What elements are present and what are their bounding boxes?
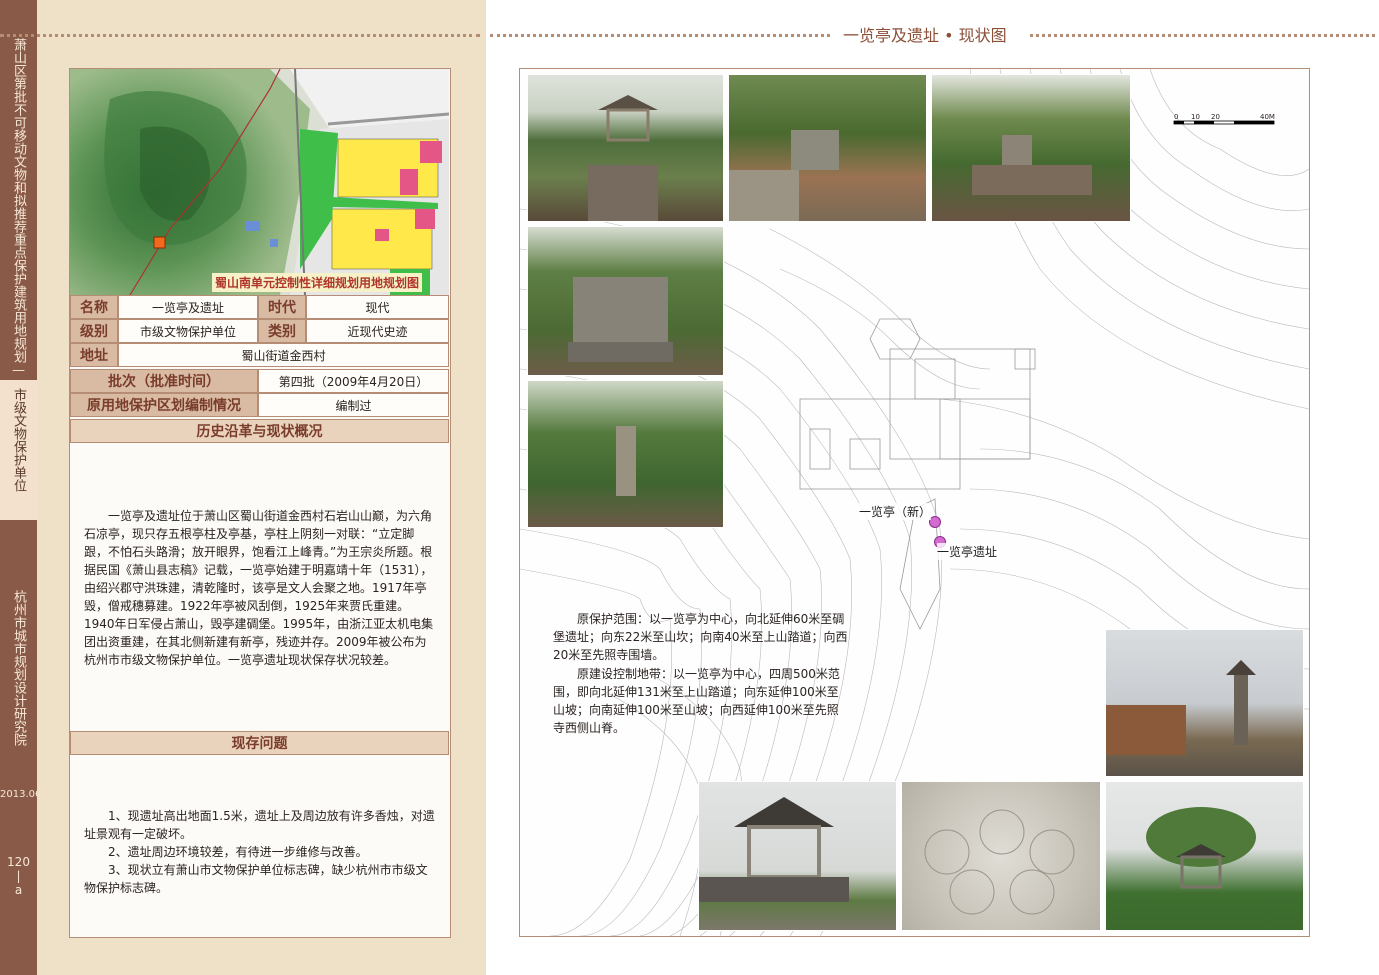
- page-title: 一览亭及遗址 • 现状图: [843, 26, 1007, 45]
- level-value: 市级文物保护单位: [118, 319, 258, 343]
- photo-pavilion-steps: [527, 74, 724, 222]
- history-heading: 历史沿革与现状概况: [70, 419, 449, 443]
- header-dots-left: [0, 34, 480, 37]
- photo-temple-pagoda: [1105, 629, 1304, 777]
- page-number-sep: |: [16, 869, 21, 883]
- batch-value: 第四批（2009年4月20日）: [258, 369, 449, 393]
- photo-marker-stone: [527, 380, 724, 528]
- issues-list: 1、现遗址高出地面1.5米，遗址上及周边放有许多香烛，对遗址景观有一定破坏。 2…: [84, 807, 436, 897]
- issue-item-2: 2、遗址周边环境较差，有待进一步维修与改善。: [108, 845, 368, 859]
- scale-10: 10: [1191, 113, 1200, 121]
- label-ruin: 一览亭遗址: [937, 543, 998, 560]
- ruin-icon: [972, 135, 1092, 195]
- page-number-main: 120: [7, 855, 30, 869]
- planning-map: [70, 69, 449, 295]
- control-zone-text: 原建设控制地带：以一览亭为中心，四周500米范围，即向北延伸131米至上山踏道；…: [553, 667, 840, 735]
- history-text: 一览亭及遗址位于萧山区蜀山街道金西村石岩山山巅，为六角石凉亭，现只存五根亭柱及亭…: [84, 509, 434, 667]
- plan-value: 编制过: [258, 393, 449, 417]
- type-value: 近现代史迹: [306, 319, 449, 343]
- photo-stele-closeup: [527, 226, 724, 376]
- scale-20: 20: [1211, 113, 1220, 121]
- page-number-suffix: a: [14, 883, 23, 897]
- issue-item-1: 1、现遗址高出地面1.5米，遗址上及周边放有许多香烛，对遗址景观有一定破坏。: [84, 809, 435, 841]
- marker-icon: [616, 426, 636, 496]
- side-category: 市级文物保护单位: [11, 388, 26, 492]
- plan-label: 原用地保护区划编制情况: [70, 393, 258, 417]
- photo-ruin-base: [931, 74, 1131, 222]
- address-label: 地址: [70, 343, 118, 367]
- photo-carved-base: [901, 781, 1101, 931]
- stele-icon: [729, 130, 839, 221]
- header-dots-right: [1030, 34, 1375, 37]
- scale-40: 40M: [1260, 113, 1275, 121]
- photo-stele-field: [728, 74, 927, 222]
- type-label: 类别: [258, 319, 306, 343]
- page-number: 120 | a: [0, 855, 37, 897]
- carving-icon: [924, 809, 1075, 915]
- address-value: 蜀山街道金西村: [118, 343, 449, 367]
- era-value: 现代: [306, 295, 449, 319]
- era-label: 时代: [258, 295, 306, 319]
- new-pavilion-icon: [699, 797, 849, 902]
- scale-0: 0: [1174, 113, 1179, 121]
- issues-heading: 现存问题: [70, 731, 449, 755]
- photo-new-pavilion: [698, 781, 897, 931]
- photo-pavilion-distant: [1105, 781, 1304, 931]
- name-label: 名称: [70, 295, 118, 319]
- side-institute: 杭州市城市规划设计研究院: [11, 590, 26, 746]
- stele-closeup-icon: [568, 277, 673, 362]
- header-dots-mid: [490, 34, 830, 37]
- planning-map-graphic: [70, 69, 449, 295]
- batch-label: 批次（批准时间）: [70, 369, 258, 393]
- distant-pavilion-icon: [1146, 807, 1256, 889]
- site-plan-frame: 0 10 20 40M 一览亭（新） 一览亭遗址 原保护范围：以一览亭为中心，向…: [519, 68, 1310, 937]
- pavilion-icon: [588, 95, 658, 221]
- issue-item-3: 3、现状立有萧山市文物保护单位标志碑，缺少杭州市市级文物保护标志碑。: [84, 863, 428, 895]
- name-value: 一览亭及遗址: [118, 295, 258, 319]
- side-title: 萧山区第批不可移动文物和拟推荐重点保护建筑用地规划—: [11, 38, 26, 378]
- side-date: 2013.06: [0, 789, 42, 800]
- level-label: 级别: [70, 319, 118, 343]
- protection-scope-text: 原保护范围：以一览亭为中心，向北延伸60米至碉堡遗址；向东22米至山坎；向南40…: [553, 612, 848, 662]
- label-new-pavilion: 一览亭（新）: [859, 503, 932, 520]
- map-caption: 蜀山南单元控制性详细规划用地规划图: [212, 273, 423, 292]
- pagoda-icon: [1106, 660, 1256, 755]
